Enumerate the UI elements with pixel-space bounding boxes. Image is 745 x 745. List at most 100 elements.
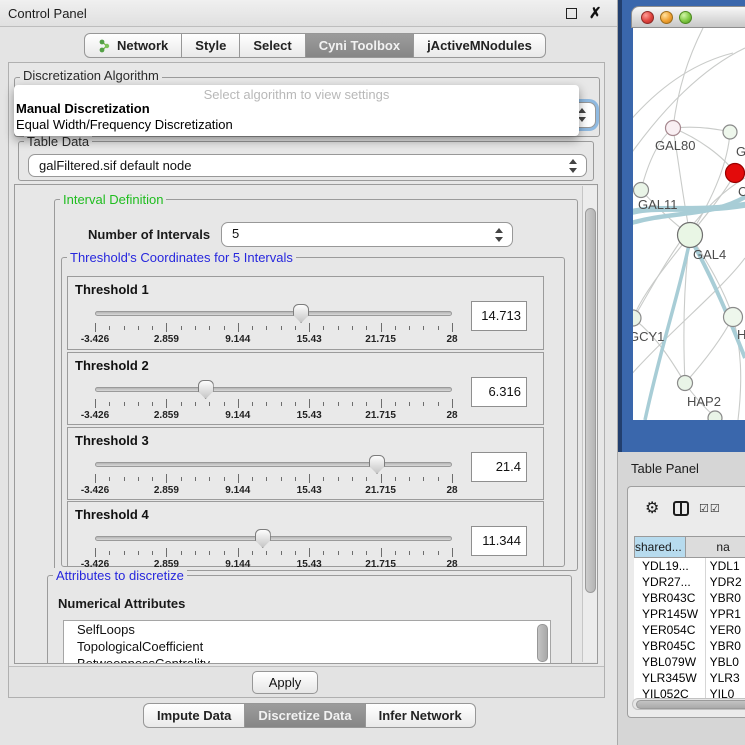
number-of-intervals-combo[interactable]: 5 <box>221 222 513 247</box>
numerical-attributes-list[interactable]: SelfLoops TopologicalCoefficient Between… <box>63 620 551 664</box>
slider-tick-mark <box>166 399 167 408</box>
slider-tick-mark <box>152 551 153 555</box>
apply-button[interactable]: Apply <box>252 671 318 694</box>
top-tab-bar: Network Style Select Cyni Toolbox jActiv… <box>84 33 546 58</box>
zoom-traffic-light-icon[interactable] <box>679 11 692 24</box>
slider-tick-mark <box>338 551 339 555</box>
threshold-value-field[interactable]: 21.4 <box>471 452 527 482</box>
column-header-name[interactable]: na <box>686 536 745 558</box>
dropdown-option-equal-width[interactable]: Equal Width/Frequency Discretization <box>14 117 579 133</box>
tab-style[interactable]: Style <box>182 33 240 58</box>
tab-jactivemnodules[interactable]: jActiveMNodules <box>414 33 546 58</box>
cell-name[interactable]: YPR1 <box>706 606 745 622</box>
slider-tick-label: 15.43 <box>297 559 322 570</box>
slider-thumb[interactable] <box>369 455 385 474</box>
threshold-slider[interactable]: -3.4262.8599.14415.4321.71528 <box>95 454 452 498</box>
cell-name[interactable]: YBL0 <box>706 654 745 670</box>
cell-name[interactable]: YER0 <box>706 622 745 638</box>
cell-shared-name[interactable]: YER054C <box>634 622 706 638</box>
slider-tick-mark <box>224 402 225 406</box>
table-row[interactable]: YDR27...YDR2 <box>634 574 745 590</box>
slider-tick-mark <box>338 402 339 406</box>
cell-name[interactable]: YBR0 <box>706 638 745 654</box>
threshold-label: Threshold 3 <box>75 433 149 448</box>
slider-tick-mark <box>224 477 225 481</box>
tab-discretize-data[interactable]: Discretize Data <box>245 703 365 728</box>
threshold-slider[interactable]: -3.4262.8599.14415.4321.71528 <box>95 303 452 347</box>
threshold-value-field[interactable]: 14.713 <box>471 301 527 331</box>
tab-label: Select <box>253 34 291 57</box>
slider-thumb[interactable] <box>293 304 309 323</box>
slider-tick-mark <box>238 323 239 332</box>
cell-name[interactable]: YBR0 <box>706 590 745 606</box>
list-scrollbar-thumb[interactable] <box>537 624 548 662</box>
table-row[interactable]: YER054CYER0 <box>634 622 745 638</box>
slider-track[interactable] <box>95 311 452 316</box>
slider-track[interactable] <box>95 387 452 392</box>
slider-thumb[interactable] <box>255 529 271 548</box>
slider-tick-label: 21.715 <box>365 410 396 421</box>
float-window-icon[interactable] <box>566 8 577 19</box>
minimize-traffic-light-icon[interactable] <box>660 11 673 24</box>
list-item[interactable]: TopologicalCoefficient <box>64 638 550 655</box>
slider-tick-mark <box>381 474 382 483</box>
tab-infer-network[interactable]: Infer Network <box>366 703 476 728</box>
table-data-combo[interactable]: galFiltered.sif default node <box>28 154 587 177</box>
checkbox-icons[interactable]: ☑☑ <box>699 502 721 515</box>
group-title: Interval Definition <box>60 192 166 207</box>
slider-tick-mark <box>195 402 196 406</box>
control-panel-titlebar: Control Panel ✗ <box>0 0 617 27</box>
slider-track[interactable] <box>95 536 452 541</box>
slider-thumb[interactable] <box>198 380 214 399</box>
gear-icon[interactable]: ⚙ <box>645 498 659 518</box>
list-item[interactable]: BetweennessCentrality <box>64 655 550 664</box>
close-traffic-light-icon[interactable] <box>641 11 654 24</box>
tab-select[interactable]: Select <box>240 33 305 58</box>
scrollbar-thumb[interactable] <box>636 700 745 709</box>
column-header-shared[interactable]: shared... <box>634 536 686 558</box>
table-row[interactable]: YBR045CYBR0 <box>634 638 745 654</box>
cell-shared-name[interactable]: YDR27... <box>634 574 706 590</box>
tab-label: Style <box>195 34 226 57</box>
node-label-partial: H <box>737 327 745 342</box>
cell-name[interactable]: YDR2 <box>706 574 745 590</box>
threshold-value-field[interactable]: 11.344 <box>471 526 527 556</box>
threshold-slider[interactable]: -3.4262.8599.14415.4321.71528 <box>95 528 452 572</box>
threshold-slider[interactable]: -3.4262.8599.14415.4321.71528 <box>95 379 452 423</box>
slider-tick-labels: -3.4262.8599.14415.4321.71528 <box>95 334 452 346</box>
slider-tick-mark <box>381 548 382 557</box>
cell-shared-name[interactable]: YPR145W <box>634 606 706 622</box>
slider-tick-mark <box>238 399 239 408</box>
list-item[interactable]: SelfLoops <box>64 621 550 638</box>
table-hscrollbar[interactable] <box>632 698 745 710</box>
tab-cyni-toolbox[interactable]: Cyni Toolbox <box>306 33 414 58</box>
slider-tick-mark <box>209 326 210 330</box>
columns-icon[interactable] <box>673 501 689 516</box>
scrollbar-thumb[interactable] <box>585 208 596 593</box>
cell-shared-name[interactable]: YBR043C <box>634 590 706 606</box>
dropdown-option-manual[interactable]: Manual Discretization <box>14 101 579 117</box>
slider-tick-mark <box>266 477 267 481</box>
table-row[interactable]: YPR145WYPR1 <box>634 606 745 622</box>
cell-name[interactable]: YLR3 <box>706 670 745 686</box>
slider-tick-mark <box>423 326 424 330</box>
threshold-value-field[interactable]: 6.316 <box>471 377 527 407</box>
table-row[interactable]: YBR043CYBR0 <box>634 590 745 606</box>
network-canvas[interactable]: GAL80 GA C GAL11 GAL4 GCY1 H HAP2 <box>633 28 745 420</box>
tab-impute-data[interactable]: Impute Data <box>143 703 245 728</box>
cell-shared-name[interactable]: YLR345W <box>634 670 706 686</box>
network-window-titlebar[interactable] <box>631 6 745 28</box>
cell-shared-name[interactable]: YBR045C <box>634 638 706 654</box>
cell-name[interactable]: YDL1 <box>706 558 745 574</box>
tab-network[interactable]: Network <box>84 33 182 58</box>
close-icon[interactable]: ✗ <box>589 4 602 22</box>
slider-track[interactable] <box>95 462 452 467</box>
slider-tick-mark <box>295 402 296 406</box>
table-row[interactable]: YLR345WYLR3 <box>634 670 745 686</box>
slider-tick-mark <box>309 474 310 483</box>
table-row[interactable]: YBL079WYBL0 <box>634 654 745 670</box>
cell-shared-name[interactable]: YDL19... <box>634 558 706 574</box>
cell-shared-name[interactable]: YBL079W <box>634 654 706 670</box>
settings-scrollbar[interactable] <box>582 186 597 662</box>
table-row[interactable]: YDL19...YDL1 <box>634 558 745 574</box>
